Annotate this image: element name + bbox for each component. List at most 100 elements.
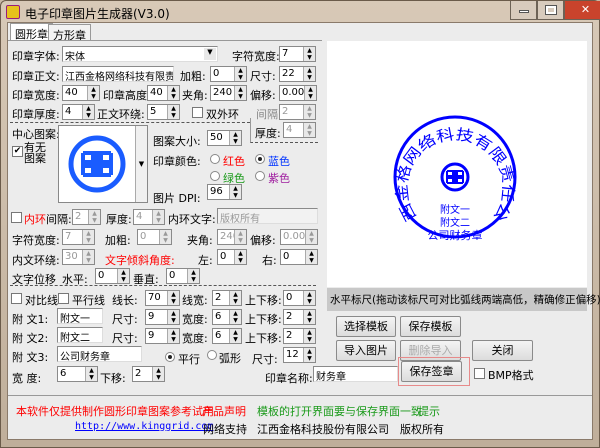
color-purple-radio[interactable]: [255, 171, 265, 181]
height-spinner[interactable]: 40 ▲ ▼: [147, 85, 180, 101]
spin-arrows-icon[interactable]: ▲ ▼: [303, 291, 315, 305]
tilt-left-spinner[interactable]: 0 ▲ ▼: [217, 249, 247, 265]
spin-arrows-icon[interactable]: ▲ ▼: [234, 86, 246, 100]
import-image-button[interactable]: 导入图片: [336, 340, 396, 361]
sub-2-width-spinner[interactable]: 6 ▲ ▼: [212, 328, 242, 344]
line-length-spinner[interactable]: 70 ▲ ▼: [145, 290, 180, 306]
inner-offset-spinner[interactable]: 0.000▲▼: [280, 229, 318, 245]
sub-3-size-spinner[interactable]: 12 ▲ ▼: [283, 347, 316, 363]
vertical-spinner[interactable]: 0 ▲ ▼: [166, 268, 200, 284]
bmp-checkbox[interactable]: [474, 368, 485, 379]
color-blue-radio[interactable]: [255, 154, 265, 164]
spin-arrows-icon[interactable]: ▲ ▼: [305, 230, 317, 244]
pattern-size-spinner[interactable]: 50 ▲ ▼: [207, 130, 242, 146]
spin-arrows-icon[interactable]: ▲ ▼: [85, 367, 97, 381]
color-red-radio[interactable]: [210, 154, 220, 164]
spin-arrows-icon[interactable]: ▲ ▼: [229, 310, 241, 324]
product-statement-link[interactable]: 产品声明: [202, 403, 246, 419]
outer-thick-spinner[interactable]: 4 ▲ ▼: [283, 122, 316, 138]
inner-wrap-spinner[interactable]: 30 ▲ ▼: [62, 249, 95, 265]
spin-arrows-icon[interactable]: ▲ ▼: [167, 310, 179, 324]
spin-arrows-icon[interactable]: ▲ ▼: [152, 210, 164, 224]
thickness-spinner[interactable]: 4 ▲ ▼: [62, 104, 95, 120]
spin-arrows-icon[interactable]: ▲ ▼: [229, 185, 241, 199]
spin-arrows-icon[interactable]: ▲ ▼: [303, 348, 315, 362]
sub-2-shift-spinner[interactable]: 2 ▲ ▼: [283, 328, 316, 344]
spin-arrows-icon[interactable]: ▲ ▼: [82, 250, 94, 264]
spin-arrows-icon[interactable]: ▲ ▼: [303, 310, 315, 324]
inner-thick-spinner[interactable]: 4 ▲ ▼: [133, 209, 165, 225]
font-select[interactable]: 宋体 ▼: [62, 46, 218, 62]
spin-arrows-icon[interactable]: ▲ ▼: [187, 269, 199, 283]
tab-round-seal[interactable]: 圆形章: [10, 23, 53, 41]
horizontal-ruler[interactable]: 水平标尺(拖动该标尺可对比弧线两端高低，精确修正偏移): [327, 288, 600, 311]
offset-spinner[interactable]: 0.000▲▼: [279, 85, 317, 101]
compare-line-checkbox[interactable]: [11, 293, 22, 304]
spin-arrows-icon[interactable]: ▲ ▼: [234, 230, 246, 244]
size-spinner[interactable]: 22 ▲ ▼: [279, 66, 316, 82]
spin-arrows-icon[interactable]: ▲ ▼: [229, 329, 241, 343]
parallel-line-checkbox[interactable]: [58, 293, 69, 304]
spin-arrows-icon[interactable]: ▲ ▼: [82, 105, 94, 119]
line-shift-spinner[interactable]: 0 ▲ ▼: [283, 290, 316, 306]
color-green-radio[interactable]: [210, 171, 220, 181]
save-template-button[interactable]: 保存模板: [400, 316, 461, 337]
tip-link[interactable]: 提示: [418, 403, 440, 419]
spin-arrows-icon[interactable]: ▲ ▼: [117, 269, 129, 283]
tab-square-seal[interactable]: 方形章: [48, 24, 91, 42]
spin-arrows-icon[interactable]: ▲ ▼: [82, 230, 94, 244]
horizontal-spinner[interactable]: 0 ▲ ▼: [95, 268, 130, 284]
spin-arrows-icon[interactable]: ▲ ▼: [167, 86, 179, 100]
width-spinner[interactable]: 40 ▲ ▼: [62, 85, 100, 101]
website-link[interactable]: http://www.kinggrid.com: [75, 421, 213, 432]
spin-arrows-icon[interactable]: ▲ ▼: [152, 367, 164, 381]
pattern-picker[interactable]: ▼: [58, 125, 148, 203]
inner-char-width-spinner[interactable]: 7 ▲ ▼: [62, 229, 95, 245]
tilt-right-spinner[interactable]: 0 ▲ ▼: [280, 249, 318, 265]
sub-3-width-spinner[interactable]: 6 ▲ ▼: [57, 366, 98, 382]
spin-arrows-icon[interactable]: ▲ ▼: [167, 291, 179, 305]
spin-arrows-icon[interactable]: ▲ ▼: [304, 86, 316, 100]
sub-2-size-spinner[interactable]: 9 ▲ ▼: [145, 328, 180, 344]
line-width-spinner[interactable]: 2 ▲ ▼: [212, 290, 242, 306]
select-template-button[interactable]: 选择模板: [336, 316, 396, 337]
double-ring-checkbox[interactable]: [192, 107, 203, 118]
angle-spinner[interactable]: 240 ▲ ▼: [210, 85, 247, 101]
spin-arrows-icon[interactable]: ▲ ▼: [303, 47, 315, 61]
char-width-spinner[interactable]: 7 ▲ ▼: [279, 46, 316, 62]
chevron-down-icon[interactable]: ▼: [135, 126, 147, 202]
parallel-radio[interactable]: [165, 352, 175, 362]
spin-arrows-icon[interactable]: ▲ ▼: [303, 67, 315, 81]
dpi-spinner[interactable]: 96 ▲ ▼: [207, 184, 242, 200]
wrap-spinner[interactable]: 5 ▲ ▼: [147, 104, 180, 120]
minimize-button[interactable]: [510, 1, 537, 20]
close-button[interactable]: 关闭: [472, 340, 533, 361]
save-seal-button[interactable]: 保存签章: [401, 361, 462, 382]
inner-gap-spinner[interactable]: 2 ▲ ▼: [72, 209, 101, 225]
bold-spinner[interactable]: 0 ▲ ▼: [210, 66, 247, 82]
inner-ring-checkbox[interactable]: [11, 212, 22, 223]
inner-text-input[interactable]: 版权所有: [217, 208, 318, 224]
spin-arrows-icon[interactable]: ▲ ▼: [303, 105, 315, 119]
spin-arrows-icon[interactable]: ▲ ▼: [303, 123, 315, 137]
spin-arrows-icon[interactable]: ▲ ▼: [303, 329, 315, 343]
chevron-down-icon[interactable]: ▼: [204, 48, 216, 60]
close-window-button[interactable]: ✕: [564, 1, 600, 20]
sub-3-down-spinner[interactable]: 2 ▲ ▼: [132, 366, 165, 382]
spin-arrows-icon[interactable]: ▲ ▼: [234, 67, 246, 81]
spin-arrows-icon[interactable]: ▲ ▼: [159, 230, 171, 244]
spin-arrows-icon[interactable]: ▲ ▼: [87, 86, 99, 100]
sub-1-shift-spinner[interactable]: 2 ▲ ▼: [283, 309, 316, 325]
sub-1-width-spinner[interactable]: 6 ▲ ▼: [212, 309, 242, 325]
sub-1-size-spinner[interactable]: 9 ▲ ▼: [145, 309, 180, 325]
sub-text-2-input[interactable]: 附文二: [57, 327, 103, 343]
sub-text-1-input[interactable]: 附文一: [57, 308, 103, 324]
arc-radio[interactable]: [207, 350, 217, 360]
seal-name-input[interactable]: 财务章: [313, 366, 398, 382]
sub-text-3-input[interactable]: 公司财务章: [57, 346, 142, 362]
inner-angle-spinner[interactable]: 240▲▼: [217, 229, 247, 245]
spin-arrows-icon[interactable]: ▲ ▼: [229, 291, 241, 305]
inner-bold-spinner[interactable]: 0 ▲ ▼: [137, 229, 172, 245]
spin-arrows-icon[interactable]: ▲ ▼: [234, 250, 246, 264]
spin-arrows-icon[interactable]: ▲ ▼: [88, 210, 100, 224]
